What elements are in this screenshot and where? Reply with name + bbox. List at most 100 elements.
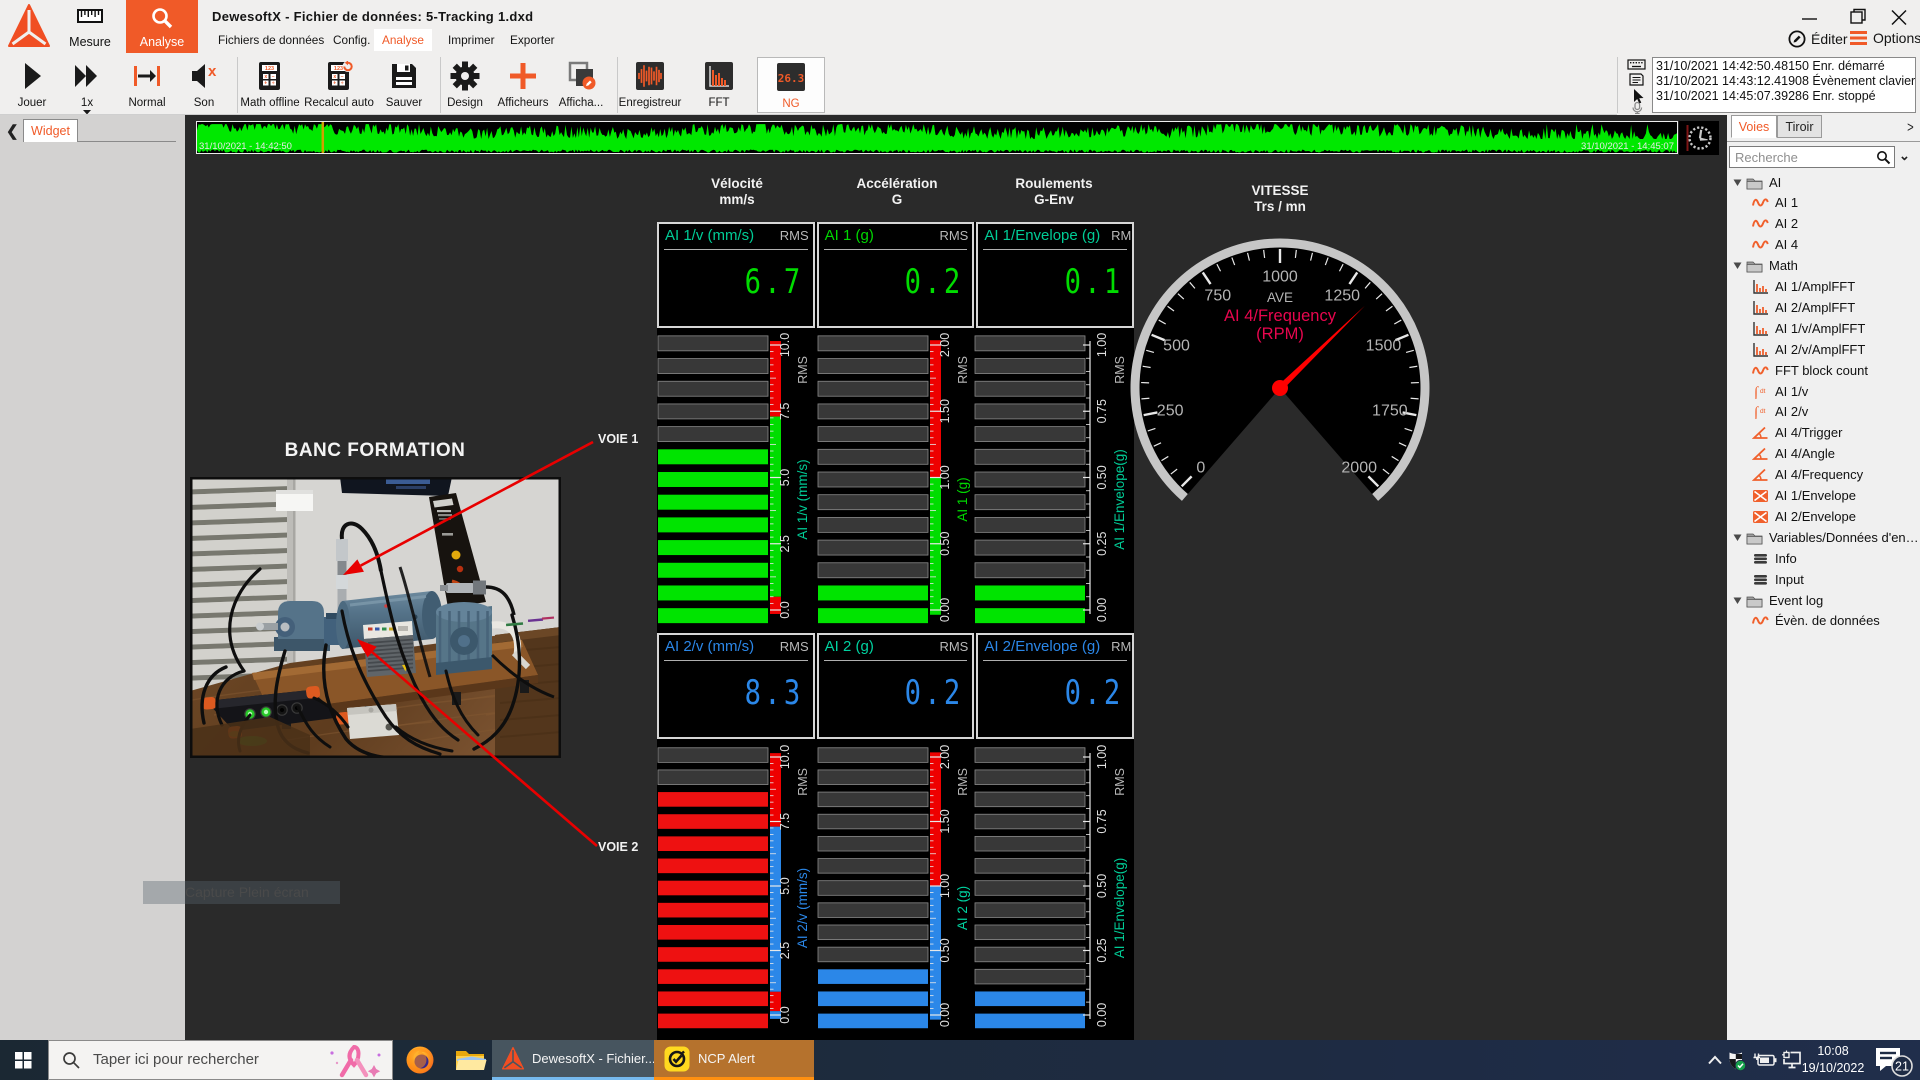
- integral-icon: ∫dt: [1752, 404, 1769, 419]
- menu-item-fichiers-de-donn-es[interactable]: Fichiers de données: [210, 29, 332, 51]
- svg-text:2.5: 2.5: [778, 535, 792, 552]
- toolbar-label-12: NG: [782, 98, 799, 110]
- toolbar-button-fft[interactable]: FFT: [690, 57, 748, 113]
- tree-item-ai-4-angle[interactable]: AI 4/Angle: [1752, 444, 1835, 464]
- expander-icon[interactable]: [1733, 178, 1742, 187]
- tree-item-label: Math: [1769, 258, 1798, 273]
- bar-meter-ai-1-v-mm-s-[interactable]: 0.02.55.07.510.0AI 1/v (mm/s)RMS: [657, 332, 816, 627]
- menu-item-exporter[interactable]: Exporter: [502, 29, 563, 51]
- bar-meter-ai-2-g-[interactable]: 0.000.501.001.502.00AI 2 (g)RMS: [817, 744, 976, 1032]
- taskbar-search[interactable]: Taper ici pour rechercher: [48, 1040, 393, 1080]
- folder-icon: [1746, 258, 1763, 273]
- tree-item-ai-4-trigger[interactable]: AI 4/Trigger: [1752, 423, 1842, 443]
- digital-meter-ai-1-v-mm-s-[interactable]: AI 1/v (mm/s)RMS6.7: [657, 222, 815, 328]
- toolbar-button-1x[interactable]: 1x: [61, 57, 113, 113]
- taskbar-app-ncp[interactable]: NCP Alert: [654, 1040, 814, 1080]
- svg-text:1000: 1000: [1262, 269, 1298, 286]
- taskbar-app-dewesoft[interactable]: DewesoftX - Fichier...: [492, 1040, 654, 1080]
- voie2-label: VOIE 2: [598, 840, 638, 854]
- digital-meter-row-1: AI 1/v (mm/s)RMS6.7AI 1 (g)RMS0.2AI 1/En…: [657, 222, 1134, 328]
- tree-item-ai-2-amplfft[interactable]: AI 2/AmplFFT: [1752, 297, 1855, 317]
- digital-meter-ai-1-envelope-g-[interactable]: AI 1/Envelope (g)RMS0.1: [976, 222, 1134, 328]
- tree-item-event-log[interactable]: Event log: [1733, 590, 1823, 610]
- toolbar-separator-1: [440, 57, 441, 113]
- toolbar-button-normal[interactable]: Normal: [116, 57, 178, 113]
- tray-icons[interactable]: [1692, 1040, 1802, 1080]
- column-header-line2: G: [817, 192, 977, 208]
- digital-meter-ai-2-v-mm-s-[interactable]: AI 2/v (mm/s)RMS8.3: [657, 633, 815, 739]
- tree-item-ai-1-envelope[interactable]: AI 1/Envelope: [1752, 486, 1856, 506]
- tree-item-label: AI 1/v/AmplFFT: [1775, 321, 1865, 336]
- expand-arrow[interactable]: >: [1907, 119, 1914, 136]
- menu-item-imprimer[interactable]: Imprimer: [440, 29, 503, 51]
- rpm-gauge[interactable]: 025050075010001250150017502000AVEAI 4/Fr…: [1120, 228, 1440, 548]
- expander-icon[interactable]: [1733, 596, 1742, 605]
- svg-text:−: −: [341, 74, 344, 80]
- bar-meter-ai-1-envelope-g-[interactable]: 0.000.250.500.751.00AI 1/Envelope(g)RMS: [974, 744, 1133, 1032]
- menu-item-config-[interactable]: Config.: [325, 29, 378, 51]
- tree-item-variables-donn-es-d-en-[interactable]: Variables/Données d'en…: [1733, 527, 1919, 547]
- options-button[interactable]: Options: [1850, 30, 1920, 46]
- edit-pencil-icon: [1788, 30, 1806, 48]
- tree-item-ai-1-v-amplfft[interactable]: AI 1/v/AmplFFT: [1752, 318, 1865, 338]
- tree-item-ai-4[interactable]: AI 4: [1752, 235, 1798, 255]
- tree-item-ai-2-envelope[interactable]: AI 2/Envelope: [1752, 506, 1856, 526]
- tree-item-label: AI 4/Frequency: [1775, 467, 1863, 482]
- editer-button[interactable]: Éditer: [1788, 30, 1848, 48]
- tree-item-ai-1-v[interactable]: ∫dtAI 1/v: [1752, 381, 1808, 401]
- tree-item-fft-block-count[interactable]: FFT block count: [1752, 360, 1868, 380]
- tree-item-ai-4-frequency[interactable]: AI 4/Frequency: [1752, 465, 1863, 485]
- tree-item-info[interactable]: Info: [1752, 548, 1797, 568]
- tree-item-ai-1-amplfft[interactable]: AI 1/AmplFFT: [1752, 277, 1855, 297]
- digital-meter-ai-1-g-[interactable]: AI 1 (g)RMS0.2: [817, 222, 975, 328]
- clock-icon[interactable]: [1684, 124, 1712, 152]
- menu-item-analyse[interactable]: Analyse: [374, 29, 432, 51]
- digital-meter-row-2: AI 2/v (mm/s)RMS8.3AI 2 (g)RMS0.2AI 2/En…: [657, 633, 1134, 739]
- expander-icon[interactable]: [1733, 261, 1742, 270]
- voie1-label: VOIE 1: [598, 432, 638, 446]
- firefox-icon[interactable]: [398, 1040, 442, 1080]
- tab-tiroir[interactable]: Tiroir: [1777, 115, 1822, 138]
- tree-item-label: Event log: [1769, 593, 1823, 608]
- event-log-line-2: 31/10/2021 14:45:07.39286 Enr. stoppé: [1656, 89, 1915, 104]
- svg-text:dt: dt: [1760, 388, 1766, 395]
- toolbar: Jouer1xNormalxSon123x−+÷Math offline123x…: [0, 55, 1617, 115]
- start-button[interactable]: [0, 1040, 48, 1080]
- tab-voies[interactable]: Voies: [1731, 115, 1777, 138]
- tree-item-label: Info: [1775, 551, 1797, 566]
- window-controls[interactable]: [1795, 8, 1915, 28]
- list-icon: [1752, 572, 1769, 587]
- search-dropdown-chevron[interactable]: ⌄: [1899, 148, 1910, 164]
- angle-icon: [1752, 467, 1769, 482]
- meter-mode-label: RMS: [780, 228, 809, 243]
- digital-meter-ai-2-envelope-g-[interactable]: AI 2/Envelope (g)RMS0.2: [976, 633, 1134, 739]
- tree-item-ai-1[interactable]: AI 1: [1752, 193, 1798, 213]
- digital-meter-ai-2-g-[interactable]: AI 2 (g)RMS0.2: [817, 633, 975, 739]
- bar-meter-ai-1-envelope-g-[interactable]: 0.000.250.500.751.00AI 1/Envelope(g)RMS: [974, 332, 1133, 627]
- tree-item-ai-2[interactable]: AI 2: [1752, 214, 1798, 234]
- tree-item-math[interactable]: Math: [1733, 256, 1798, 276]
- search-placeholder: Recherche: [1735, 150, 1798, 165]
- tree-item-ai-2-v[interactable]: ∫dtAI 2/v: [1752, 402, 1808, 422]
- fft-chart-icon: [1752, 279, 1769, 294]
- bar-meter-ai-2-v-mm-s-[interactable]: 0.02.55.07.510.0AI 2/v (mm/s)RMS: [657, 744, 816, 1032]
- notification-icon[interactable]: 21: [1870, 1044, 1916, 1078]
- tree-item-ai[interactable]: AI: [1733, 172, 1781, 192]
- meter-channel-label: AI 1/v (mm/s): [665, 227, 754, 244]
- expander-icon[interactable]: [1733, 533, 1742, 542]
- tray-clock[interactable]: 10:08 19/10/2022: [1800, 1043, 1866, 1077]
- tree-item-label: Input: [1775, 572, 1804, 587]
- bar-meter-ai-1-g-[interactable]: 0.000.501.001.502.00AI 1 (g)RMS: [817, 332, 976, 627]
- overview-strip[interactable]: 31/10/2021 - 14:42:50 31/10/2021 - 14:45…: [196, 121, 1678, 154]
- tree-item--v-n-de-donn-es[interactable]: Évèn. de données: [1752, 611, 1880, 631]
- toolbar-button-ng[interactable]: 26.3NG: [757, 57, 825, 113]
- explorer-icon[interactable]: [448, 1040, 492, 1080]
- tree-item-input[interactable]: Input: [1752, 569, 1804, 589]
- search-input[interactable]: Recherche: [1729, 146, 1895, 168]
- event-log[interactable]: 31/10/2021 14:42:50.48150 Enr. démarré31…: [1652, 57, 1916, 113]
- toolbar-button-jouer[interactable]: Jouer: [6, 57, 58, 113]
- tree-item-ai-2-v-amplfft[interactable]: AI 2/v/AmplFFT: [1752, 339, 1865, 359]
- collapse-panel-chevron[interactable]: ❮: [6, 122, 19, 140]
- photo-title: BANC FORMATION: [235, 440, 515, 462]
- tab-widget[interactable]: Widget: [23, 119, 78, 142]
